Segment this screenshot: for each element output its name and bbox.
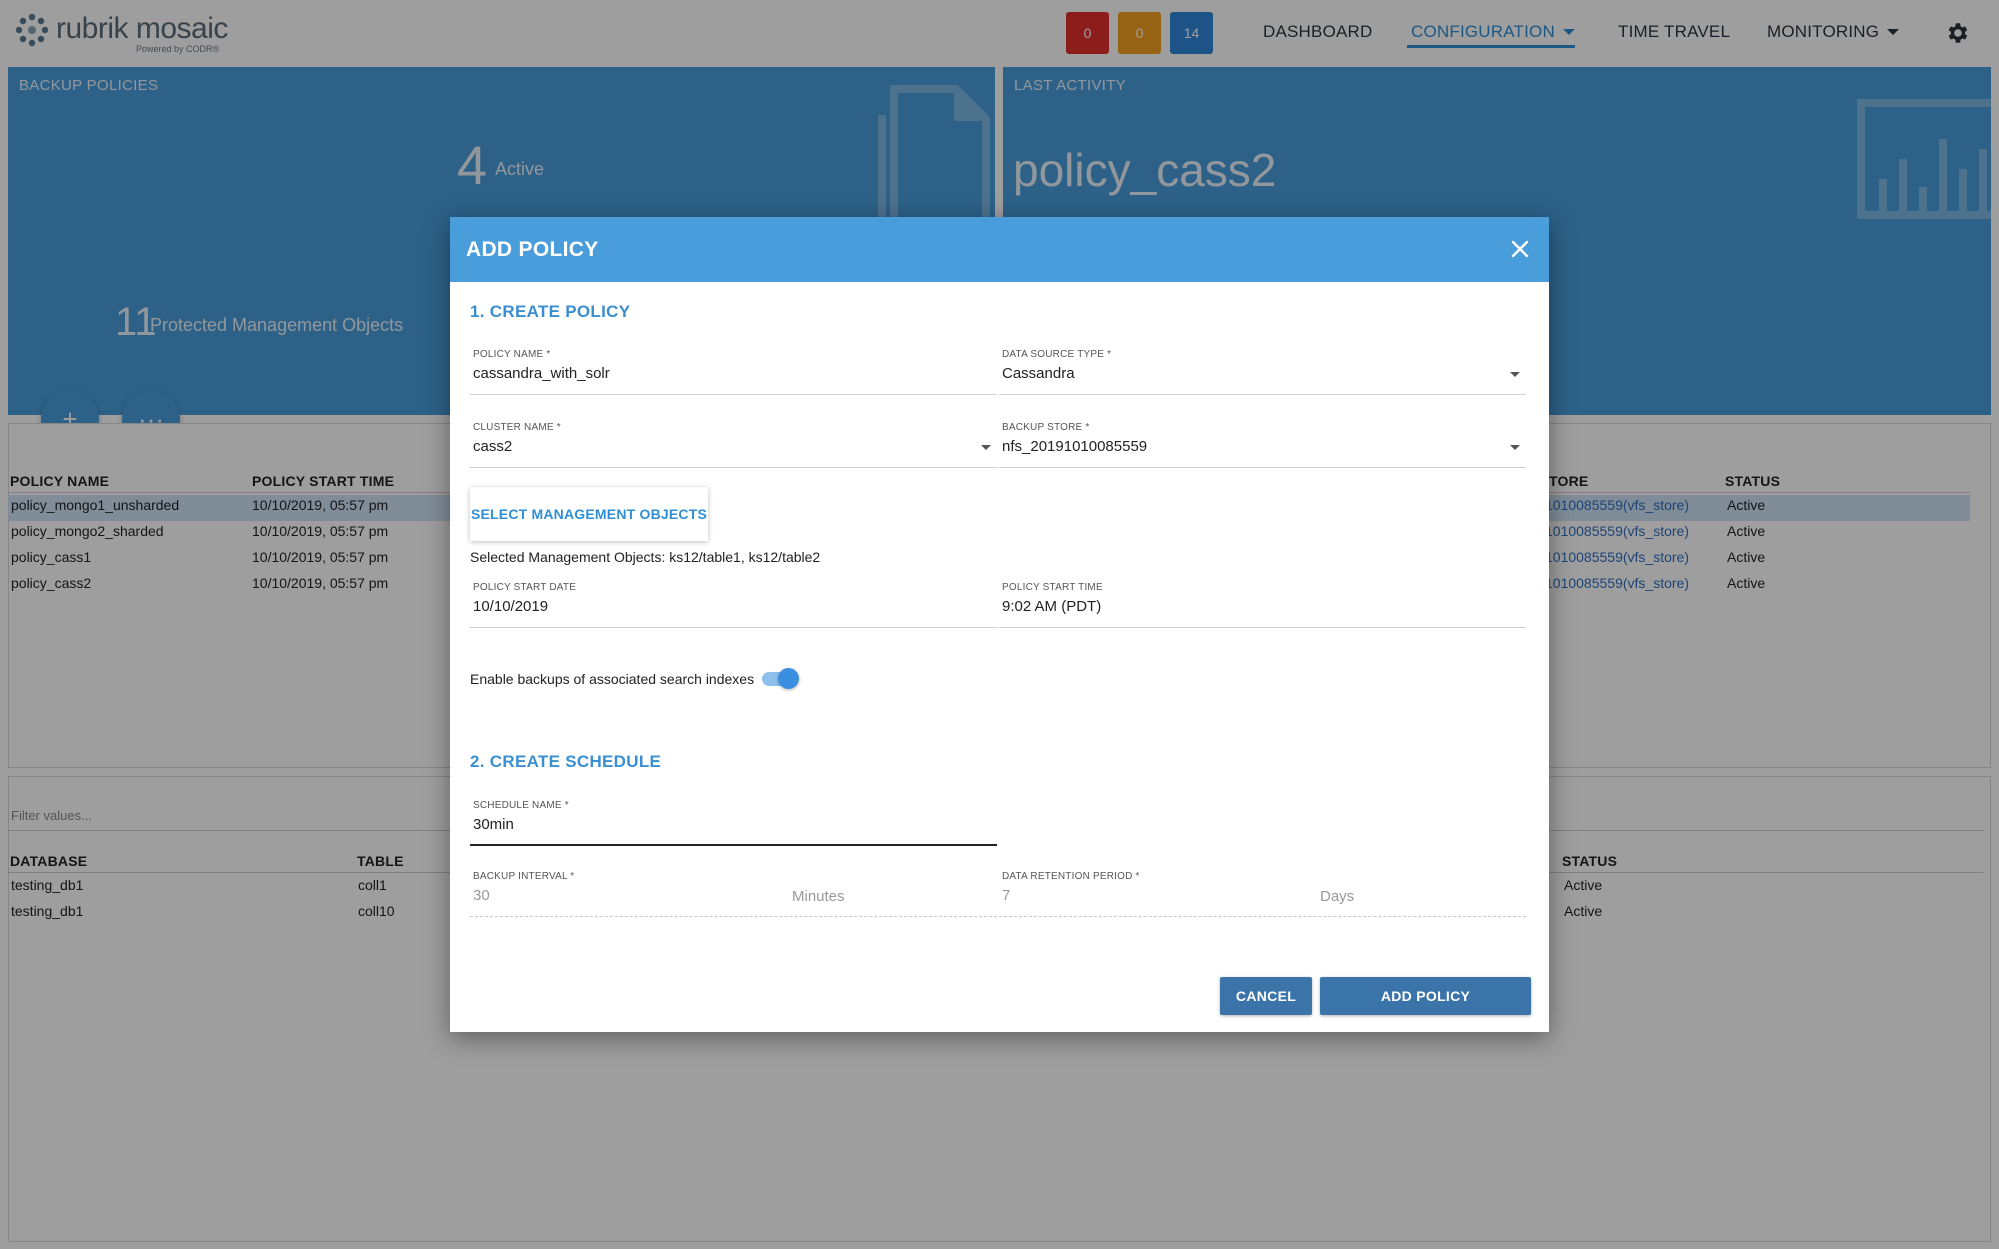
retention-period-label: DATA RETENTION PERIOD * xyxy=(1002,871,1140,882)
toggle-knob xyxy=(778,668,799,689)
backup-interval-input[interactable]: 30 xyxy=(473,887,490,904)
schedule-name-input[interactable]: 30min xyxy=(473,816,514,833)
cluster-name-select[interactable]: CLUSTER NAME * cass2 xyxy=(470,422,997,468)
search-index-toggle[interactable] xyxy=(762,668,799,689)
start-date-field[interactable]: POLICY START DATE 10/10/2019 xyxy=(470,582,997,628)
backup-store-value: nfs_20191010085559 xyxy=(1002,438,1148,455)
backup-interval-field[interactable]: BACKUP INTERVAL * 30 Minutes xyxy=(470,871,997,917)
policy-name-label: POLICY NAME * xyxy=(473,349,551,360)
backup-store-select[interactable]: BACKUP STORE * nfs_20191010085559 xyxy=(999,422,1526,468)
chevron-down-icon xyxy=(1510,372,1520,377)
chevron-down-icon xyxy=(1510,445,1520,450)
data-source-type-label: DATA SOURCE TYPE * xyxy=(1002,349,1112,360)
add-policy-dialog: ADD POLICY 1. CREATE POLICY POLICY NAME … xyxy=(450,217,1549,1032)
close-icon[interactable] xyxy=(1510,239,1530,259)
backup-interval-label: BACKUP INTERVAL * xyxy=(473,871,575,882)
dialog-title: ADD POLICY xyxy=(466,238,599,261)
start-time-field[interactable]: POLICY START TIME 9:02 AM (PDT) xyxy=(999,582,1526,628)
start-date-input[interactable]: 10/10/2019 xyxy=(473,598,548,615)
add-policy-button[interactable]: ADD POLICY xyxy=(1320,977,1531,1015)
chevron-down-icon xyxy=(981,445,991,450)
policy-name-field[interactable]: POLICY NAME * cassandra_with_solr xyxy=(470,349,997,395)
start-time-input[interactable]: 9:02 AM (PDT) xyxy=(1002,598,1101,615)
dialog-header: ADD POLICY xyxy=(450,217,1549,282)
cluster-name-value: cass2 xyxy=(473,438,513,455)
retention-period-field[interactable]: DATA RETENTION PERIOD * 7 Days xyxy=(999,871,1526,917)
data-source-type-select[interactable]: DATA SOURCE TYPE * Cassandra xyxy=(999,349,1526,395)
search-index-toggle-label: Enable backups of associated search inde… xyxy=(470,671,755,687)
selected-objects-text: Selected Management Objects: ks12/table1… xyxy=(470,549,821,565)
backup-interval-unit: Minutes xyxy=(792,888,845,905)
select-management-objects-button[interactable]: SELECT MANAGEMENT OBJECTS xyxy=(470,487,708,541)
cluster-name-label: CLUSTER NAME * xyxy=(473,422,561,433)
retention-period-unit: Days xyxy=(1320,888,1355,905)
start-time-label: POLICY START TIME xyxy=(1002,582,1103,593)
schedule-name-field[interactable]: SCHEDULE NAME * 30min xyxy=(470,800,997,846)
retention-period-input[interactable]: 7 xyxy=(1002,887,1010,904)
data-source-type-value: Cassandra xyxy=(1002,365,1075,382)
cancel-button[interactable]: CANCEL xyxy=(1220,977,1312,1015)
backup-store-label: BACKUP STORE * xyxy=(1002,422,1090,433)
start-date-label: POLICY START DATE xyxy=(473,582,577,593)
section-create-policy: 1. CREATE POLICY xyxy=(470,302,631,321)
schedule-name-label: SCHEDULE NAME * xyxy=(473,800,569,811)
section-create-schedule: 2. CREATE SCHEDULE xyxy=(470,752,662,771)
policy-name-input[interactable]: cassandra_with_solr xyxy=(473,365,610,382)
